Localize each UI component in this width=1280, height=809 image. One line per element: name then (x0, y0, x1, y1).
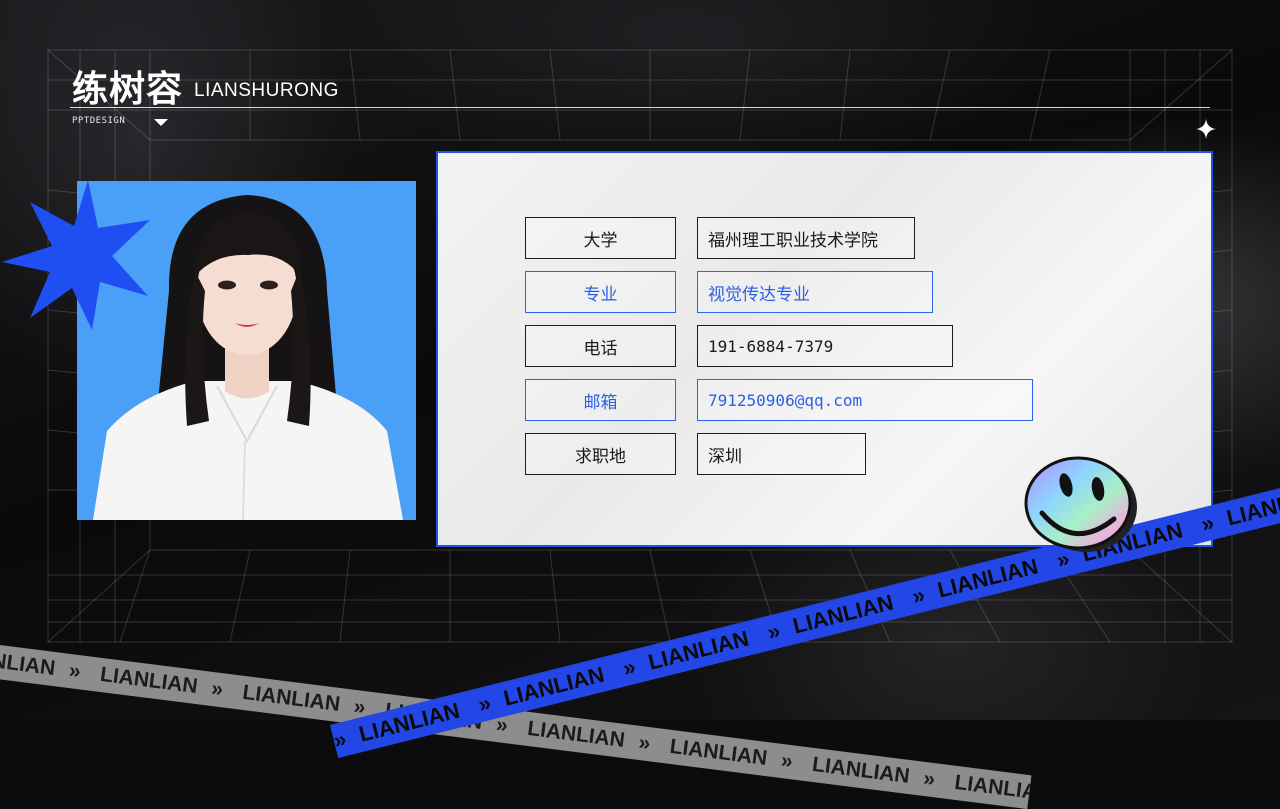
tape-text: LIANLIAN (526, 716, 627, 753)
smiley-badge (1024, 456, 1137, 552)
design-tag: PPTDESIGN (72, 116, 126, 126)
tape-separator: » (779, 748, 795, 774)
tape-text: LIANLIAN (953, 770, 1032, 806)
tape-separator: » (330, 725, 349, 754)
tape-separator: » (210, 676, 225, 702)
blue-star-shape (2, 180, 150, 330)
tape-separator: » (1198, 509, 1217, 537)
label-major: 专业 (525, 271, 676, 313)
tape-separator: » (764, 617, 783, 645)
tape-text: LIANLIAN (810, 752, 911, 788)
label-university: 大学 (525, 217, 676, 259)
tape-separator: » (620, 653, 639, 682)
value-major: 视觉传达专业 (697, 271, 933, 313)
tape-text: LIANLIAN (241, 680, 342, 717)
tape-separator: » (475, 689, 494, 718)
label-phone: 电话 (525, 325, 676, 367)
value-email: 791250906@qq.com (697, 379, 1033, 421)
name-chinese: 练树容 (72, 69, 184, 110)
tape-separator: » (67, 658, 83, 684)
value-university: 福州理工职业技术学院 (697, 217, 915, 259)
label-job-location: 求职地 (525, 433, 676, 475)
tape-text: LIANLIAN (668, 734, 769, 771)
value-phone: 191-6884-7379 (697, 325, 953, 367)
tape-text: LIANLIAN (98, 662, 200, 699)
sparkle-icon (1196, 119, 1216, 139)
tape-separator: » (909, 581, 928, 609)
tape-separator: » (922, 766, 937, 792)
header-divider (70, 107, 1210, 108)
dropdown-triangle-icon (154, 119, 168, 126)
name-english: LIANSHURONG (194, 80, 339, 101)
tape-text: LIANLIAN (0, 644, 57, 681)
label-email: 邮箱 (525, 379, 676, 421)
value-job-location: 深圳 (697, 433, 866, 475)
tape-separator: » (637, 730, 652, 756)
